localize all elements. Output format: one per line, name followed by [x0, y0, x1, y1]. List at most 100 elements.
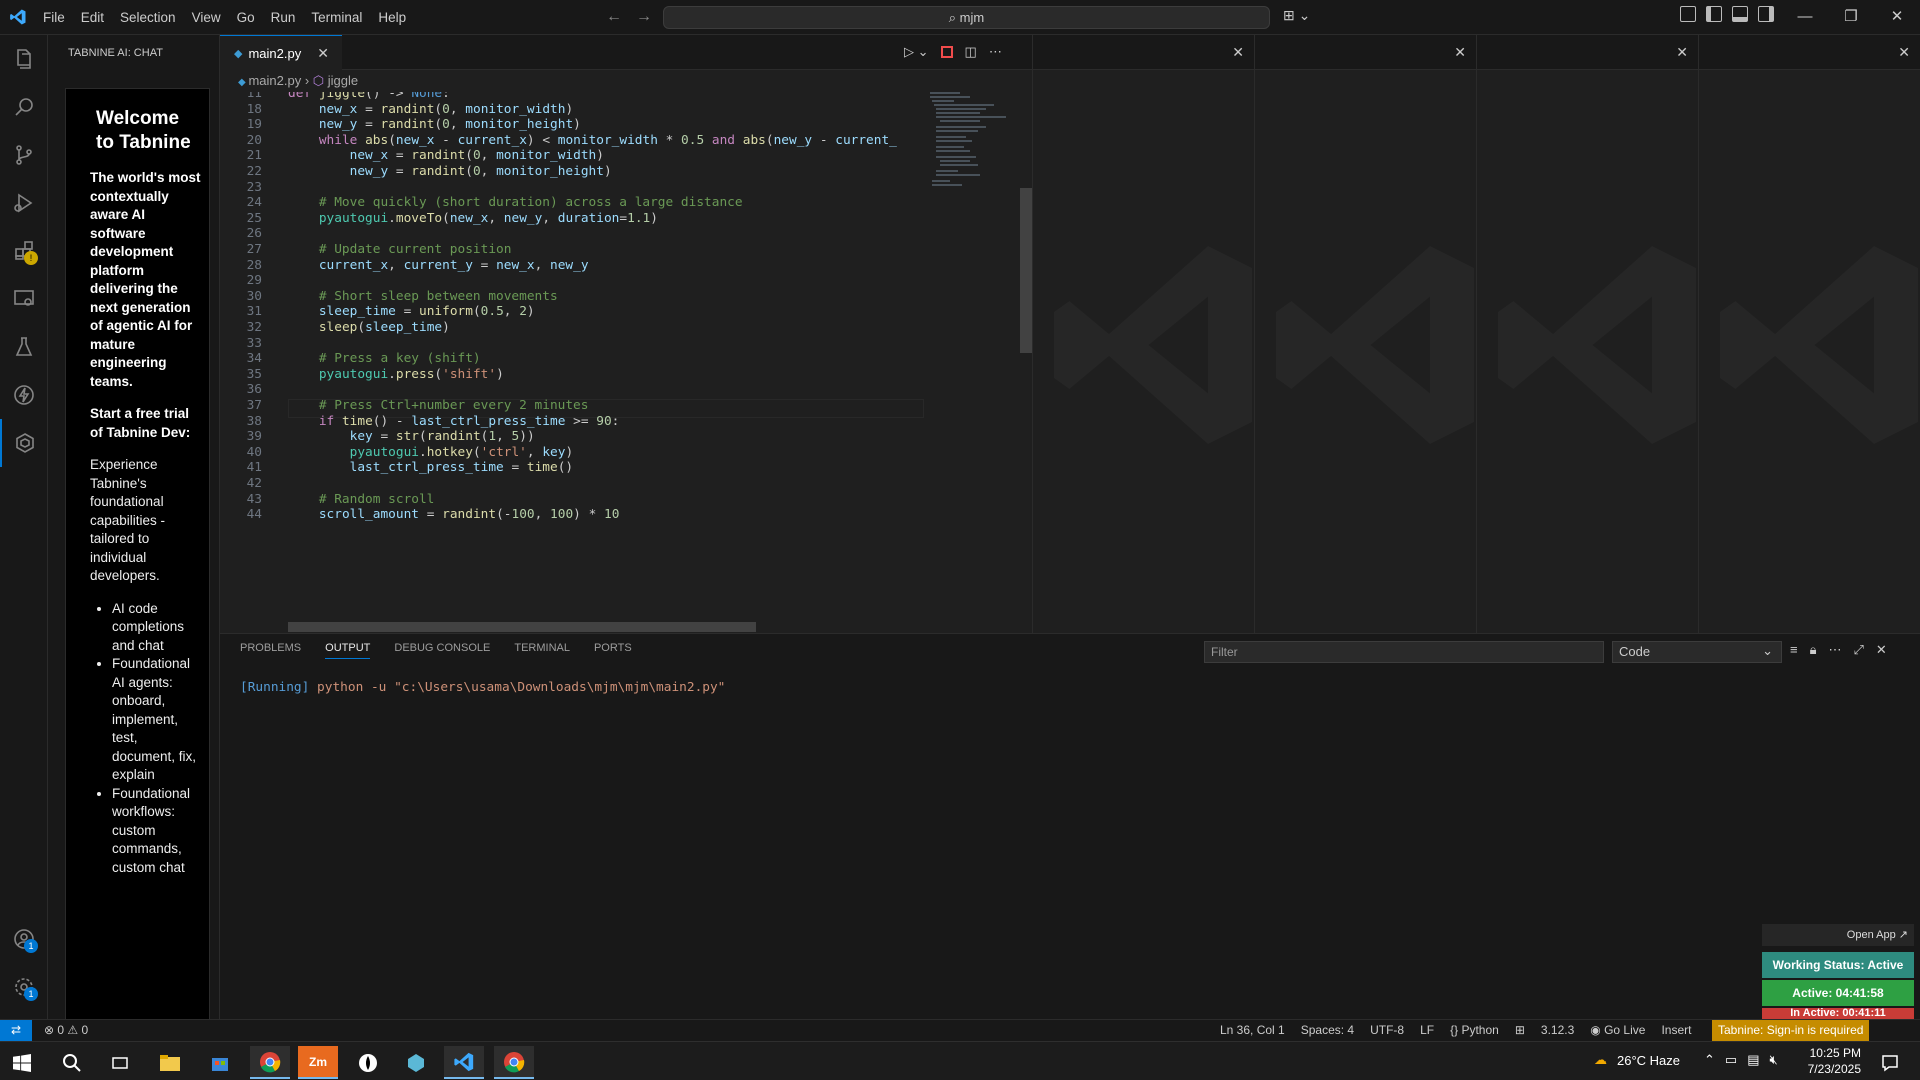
close-group-icon[interactable]: ✕ — [1454, 44, 1466, 60]
chrome-icon[interactable] — [250, 1046, 290, 1079]
forward-arrow-icon[interactable]: → — [636, 8, 652, 26]
toggle-secondary-sidebar-icon[interactable] — [1758, 6, 1774, 22]
chevron-up-icon[interactable]: ⌃ — [1704, 1052, 1715, 1068]
maximize-panel-icon[interactable]: ⤢ — [1854, 642, 1864, 658]
toggle-panel-icon[interactable] — [1732, 6, 1748, 22]
go-live-button[interactable]: ◉ Go Live — [1590, 1023, 1645, 1037]
zoom-icon[interactable]: Zm — [298, 1046, 338, 1079]
close-group-icon[interactable]: ✕ — [1232, 44, 1244, 60]
clock[interactable]: 10:25 PM 7/23/2025 — [1795, 1045, 1861, 1077]
battery-icon[interactable]: ▭ — [1725, 1052, 1737, 1068]
chevron-right-icon: › — [304, 73, 313, 88]
stop-icon[interactable] — [940, 46, 953, 58]
back-arrow-icon[interactable]: ← — [606, 8, 622, 26]
chrome-profile-icon[interactable] — [494, 1046, 534, 1079]
accounts-icon[interactable]: 1 — [0, 915, 48, 963]
tab-debug-console[interactable]: DEBUG CONSOLE — [394, 642, 490, 659]
store-icon[interactable] — [200, 1046, 240, 1079]
menu-go[interactable]: Go — [229, 0, 263, 35]
cursor-position[interactable]: Ln 36, Col 1 — [1220, 1023, 1285, 1037]
clear-output-icon[interactable]: ≡ — [1790, 642, 1798, 658]
close-tab-icon[interactable]: ✕ — [317, 45, 329, 62]
run-debug-icon[interactable] — [0, 179, 48, 227]
vscode-taskbar-icon[interactable] — [444, 1046, 484, 1079]
testing-icon[interactable] — [0, 323, 48, 371]
search-view-icon[interactable] — [0, 83, 48, 131]
code-editor[interactable]: 11 def jiggle() -> None: 18 new_x = randin… — [220, 92, 924, 633]
close-window-icon[interactable]: ✕ — [1874, 0, 1920, 35]
output-filter-input[interactable]: Filter — [1204, 641, 1604, 663]
restore-icon[interactable]: ❐ — [1828, 0, 1874, 35]
extensions-icon[interactable]: ! — [0, 227, 48, 275]
copilot-icon[interactable]: ⊞ ⌄ — [1283, 7, 1310, 24]
app-icon[interactable] — [348, 1046, 388, 1079]
tabnine-status[interactable]: Tabnine: Sign-in is required — [1712, 1020, 1870, 1042]
output-channel-select[interactable]: Code ⌄ — [1612, 641, 1782, 663]
more-actions-icon[interactable]: ⋯ — [989, 44, 1002, 60]
menu-view[interactable]: View — [184, 0, 229, 35]
manage-gear-icon[interactable]: 1 — [0, 963, 48, 1011]
remote-explorer-icon[interactable] — [0, 275, 48, 323]
volume-muted-icon[interactable]: 🔇︎ — [1770, 1052, 1778, 1068]
breadcrumb-symbol[interactable]: jiggle — [328, 73, 358, 88]
toggle-primary-sidebar-icon[interactable] — [1706, 6, 1722, 22]
close-group-icon[interactable]: ✕ — [1898, 44, 1910, 60]
nav-arrows: ← → — [606, 8, 652, 26]
problems-count[interactable]: ⊗ 0 ⚠ 0 — [44, 1023, 88, 1037]
thunder-client-icon[interactable] — [0, 371, 48, 419]
search-taskbar-icon[interactable] — [52, 1046, 92, 1079]
code-line[interactable]: 44 scroll_amount = randint(-100, 100) * … — [220, 505, 924, 524]
notifications-icon[interactable] — [1870, 1046, 1910, 1079]
welcome-heading: Welcome to Tabnine — [96, 108, 191, 153]
split-editor-icon[interactable]: ◫ — [965, 44, 977, 60]
activity-bar: ! 1 1 — [0, 35, 48, 1019]
command-center-search[interactable]: ⌕ mjm — [663, 6, 1270, 29]
welcome-lead: The world's most contextually aware AI s… — [90, 170, 201, 389]
more-actions-icon[interactable]: ⋯ — [1829, 642, 1842, 658]
title-bar: File Edit Selection View Go Run Terminal… — [0, 0, 1920, 35]
editor-horizontal-scrollbar[interactable] — [288, 622, 756, 632]
tab-problems[interactable]: PROBLEMS — [240, 642, 301, 659]
run-python-file-icon[interactable]: ▷ ⌄ — [904, 44, 929, 60]
zoom-label: Zm — [309, 1054, 327, 1069]
close-panel-icon[interactable]: ✕ — [1876, 642, 1887, 658]
tabnine-icon[interactable] — [0, 419, 48, 467]
language-mode[interactable]: {} Python — [1450, 1023, 1499, 1037]
weather-icon[interactable]: ☁︎ — [1594, 1052, 1607, 1068]
task-view-icon[interactable] — [100, 1046, 140, 1079]
lock-scroll-icon[interactable]: 🔒︎ — [1810, 642, 1817, 658]
menu-file[interactable]: File — [35, 0, 73, 35]
breadcrumb-file[interactable]: main2.py — [248, 73, 301, 88]
remote-indicator-icon[interactable]: ⇄ — [0, 1020, 32, 1042]
cursor-app-icon[interactable] — [396, 1046, 436, 1079]
menu-run[interactable]: Run — [263, 0, 304, 35]
python-version[interactable]: 3.12.3 — [1541, 1023, 1574, 1037]
weather-text[interactable]: 26°C Haze — [1617, 1053, 1680, 1068]
indentation[interactable]: Spaces: 4 — [1301, 1023, 1354, 1037]
menu-terminal[interactable]: Terminal — [303, 0, 370, 35]
tab-main2-py[interactable]: ◆ main2.py ✕ — [220, 35, 342, 70]
menu-help[interactable]: Help — [370, 0, 414, 35]
customize-layout-icon[interactable] — [1680, 6, 1696, 22]
insert-mode[interactable]: Insert — [1661, 1023, 1691, 1037]
explorer-icon[interactable] — [0, 35, 48, 83]
start-windows-icon[interactable] — [2, 1046, 42, 1079]
tab-ports[interactable]: PORTS — [594, 642, 632, 659]
encoding[interactable]: UTF-8 — [1370, 1023, 1404, 1037]
minimap[interactable] — [924, 92, 1020, 633]
tab-terminal[interactable]: TERMINAL — [514, 642, 570, 659]
minimize-icon[interactable]: — — [1782, 0, 1828, 35]
network-icon[interactable]: ▤ — [1747, 1052, 1759, 1068]
menu-selection[interactable]: Selection — [112, 0, 184, 35]
editor-vertical-scrollbar[interactable] — [1018, 92, 1032, 633]
end-of-line[interactable]: LF — [1420, 1023, 1434, 1037]
tab-output[interactable]: OUTPUT — [325, 642, 371, 659]
menu-edit[interactable]: Edit — [73, 0, 112, 35]
vscode-watermark-icon — [1054, 246, 1252, 444]
scrollbar-thumb[interactable] — [1020, 188, 1032, 353]
open-app-link[interactable]: Open App ↗ — [1762, 924, 1914, 946]
file-explorer-icon[interactable] — [150, 1046, 190, 1079]
close-group-icon[interactable]: ✕ — [1676, 44, 1688, 60]
copilot-status-icon[interactable]: ⊞ — [1515, 1023, 1525, 1037]
source-control-icon[interactable] — [0, 131, 48, 179]
